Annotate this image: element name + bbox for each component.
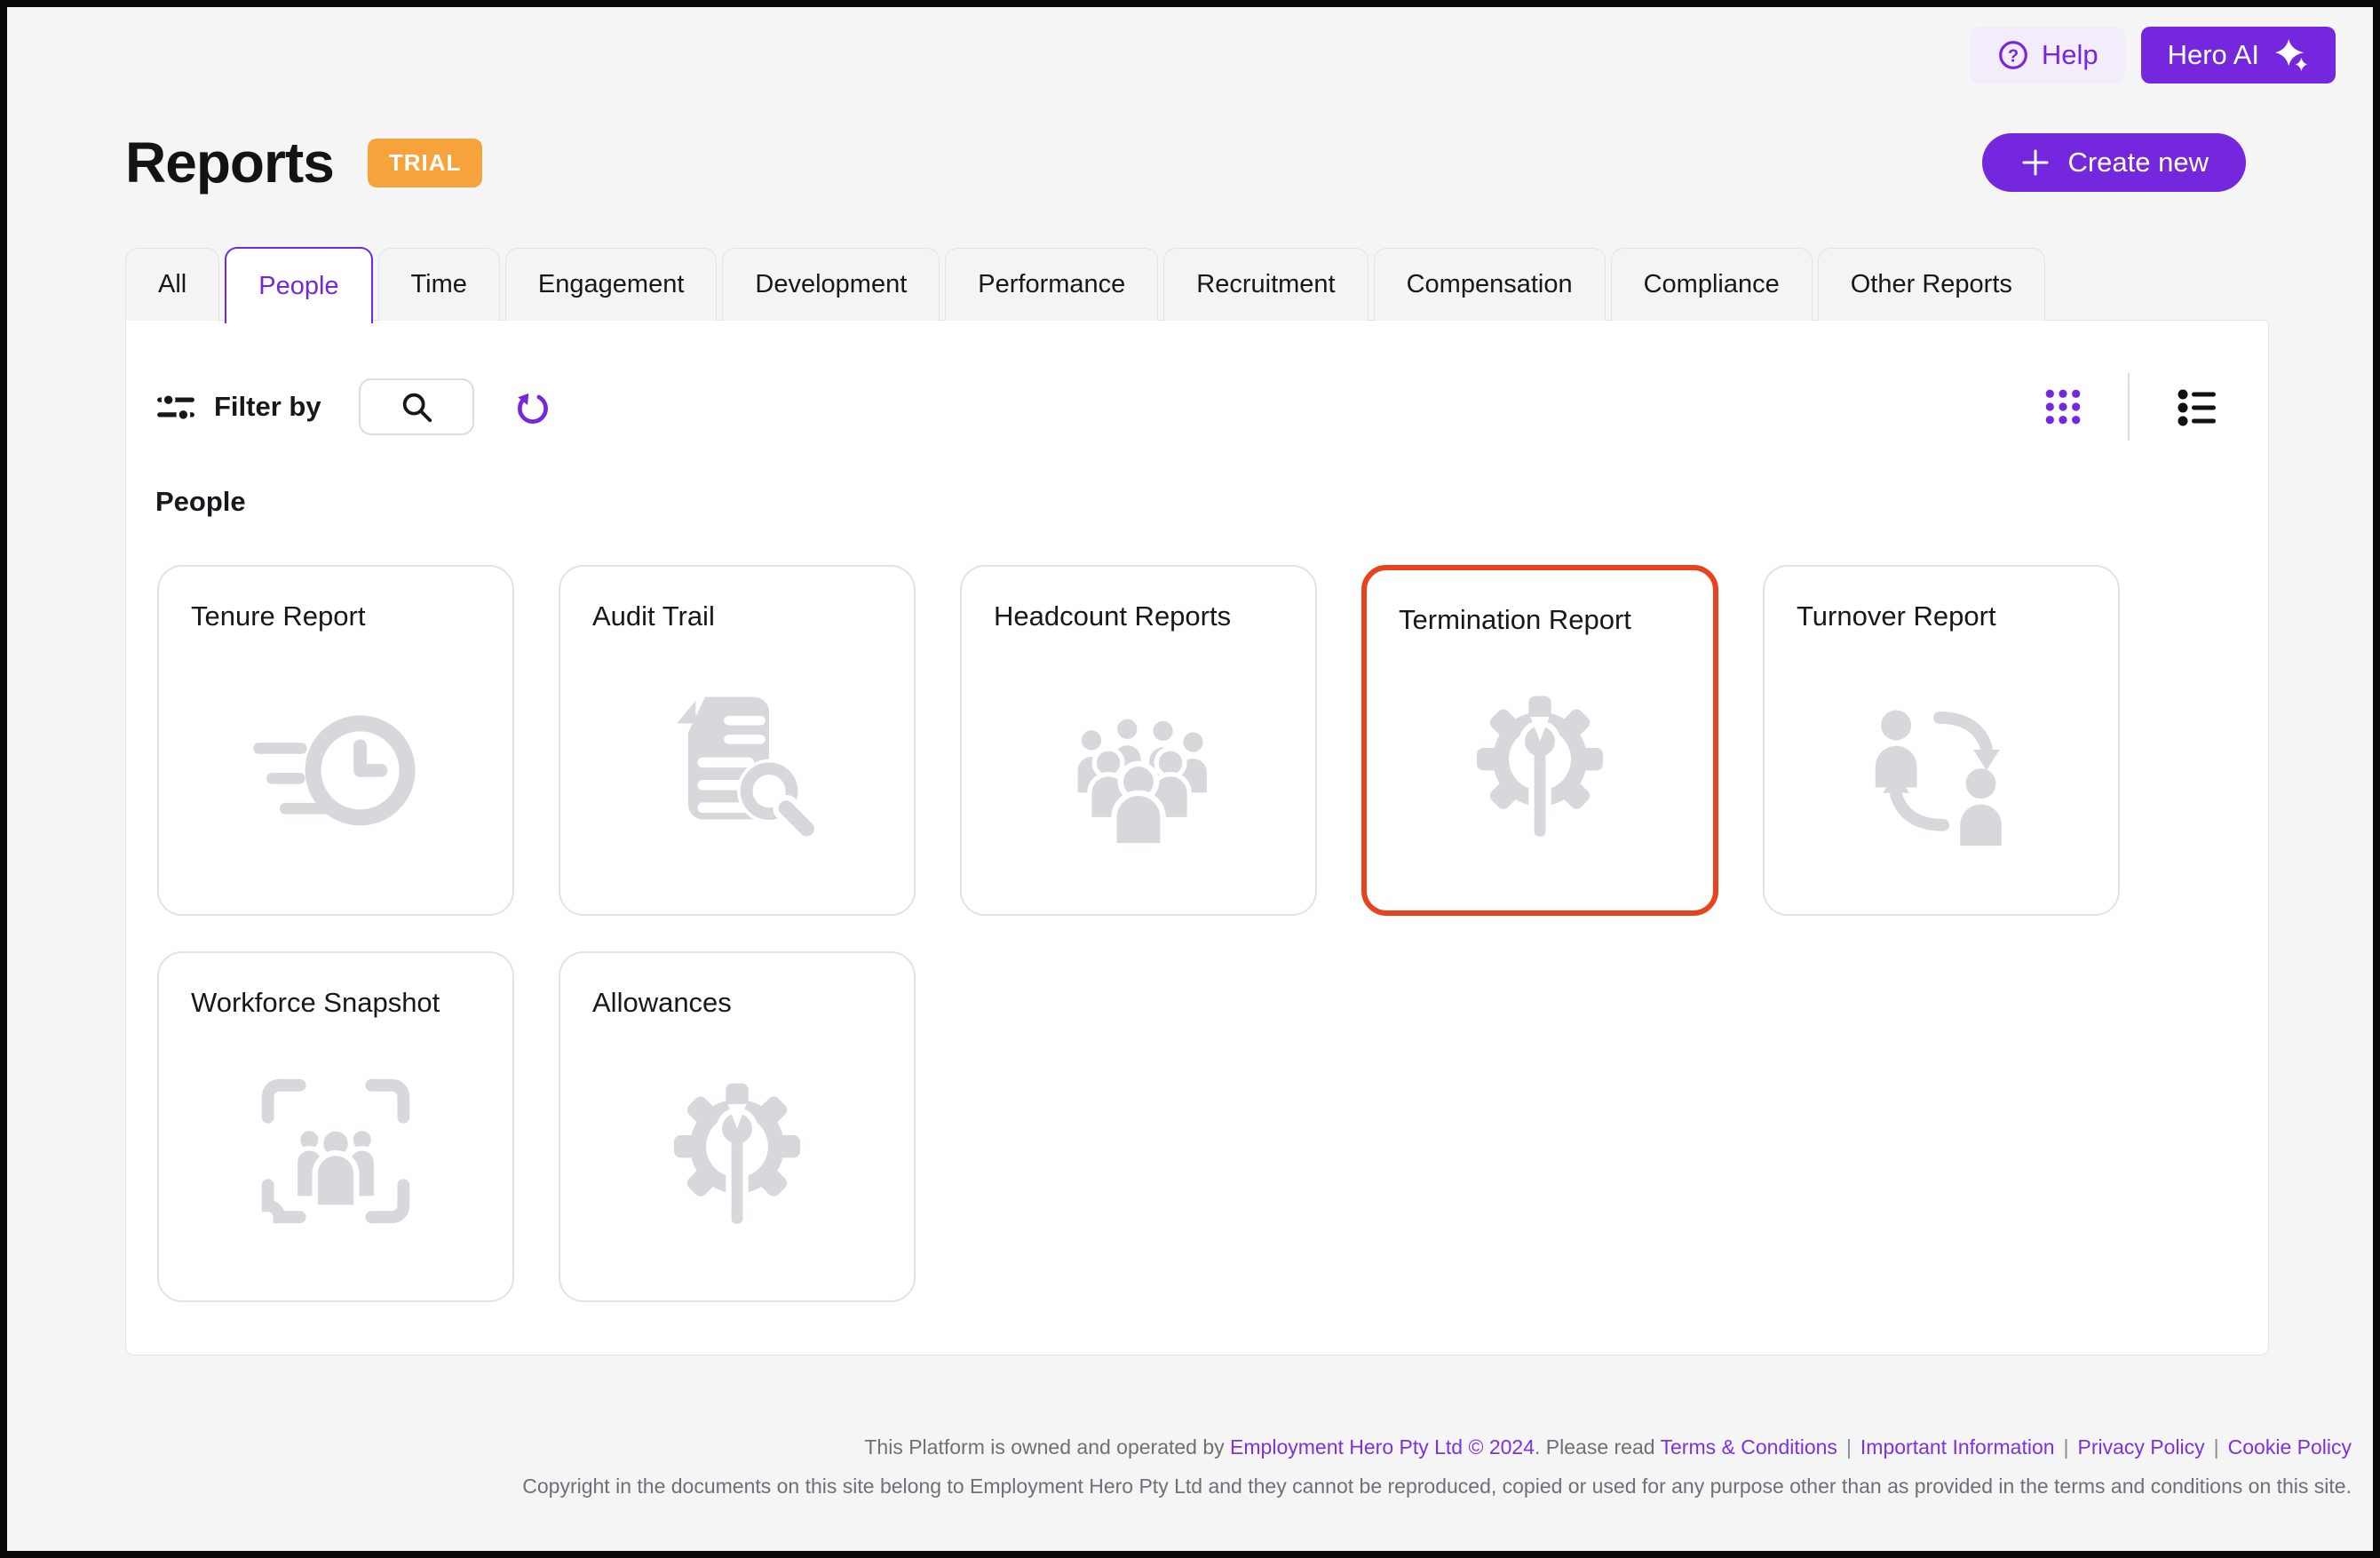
trial-badge: TRIAL — [367, 138, 483, 187]
help-button-label: Help — [2041, 39, 2098, 70]
card-title: Workforce Snapshot — [191, 987, 440, 1018]
gear-wrench-icon — [643, 1057, 831, 1245]
footer-cookie-link[interactable]: Cookie Policy — [2228, 1435, 2352, 1459]
refresh-icon — [512, 386, 552, 427]
footer-line2: Copyright in the documents on this site … — [522, 1475, 2352, 1498]
tab-engagement[interactable]: Engagement — [504, 248, 718, 321]
footer: This Platform is owned and operated by E… — [522, 1435, 2352, 1498]
clock-fast-icon — [242, 671, 430, 859]
tab-all[interactable]: All — [125, 248, 220, 321]
plus-icon — [2019, 147, 2051, 179]
hero-ai-button-label: Hero AI — [2167, 39, 2259, 70]
help-button[interactable]: ? Help — [1970, 27, 2125, 83]
people-cycle-icon — [1847, 671, 2035, 859]
tab-time[interactable]: Time — [377, 248, 500, 321]
footer-owner-link[interactable]: Employment Hero Pty Ltd © 2024 — [1230, 1435, 1535, 1459]
card-audit-trail[interactable]: Audit Trail — [559, 565, 916, 916]
card-title: Audit Trail — [592, 600, 715, 632]
card-title: Headcount Reports — [994, 600, 1232, 632]
help-icon: ? — [1997, 39, 2029, 71]
document-search-icon — [643, 671, 831, 859]
filter-by-label: Filter by — [214, 391, 321, 422]
footer-separator: | — [2213, 1435, 2219, 1459]
card-title: Termination Report — [1399, 604, 1631, 635]
people-frame-icon — [242, 1057, 430, 1245]
view-toggles — [2044, 373, 2218, 441]
tab-people[interactable]: People — [225, 247, 373, 323]
card-allowances[interactable]: Allowances — [559, 951, 916, 1302]
page-title: Reports — [125, 131, 335, 195]
reports-panel: Filter by People Tenure Report Audit Tra… — [125, 320, 2269, 1355]
tab-recruitment[interactable]: Recruitment — [1163, 248, 1368, 321]
title-row: Reports TRIAL Create new — [125, 130, 2246, 195]
create-new-button[interactable]: Create new — [1982, 133, 2246, 192]
top-actions: ? Help Hero AI — [1970, 27, 2336, 83]
card-workforce-snapshot[interactable]: Workforce Snapshot — [157, 951, 514, 1302]
section-title-people: People — [155, 486, 246, 517]
card-title: Allowances — [592, 987, 732, 1018]
list-view-icon — [2176, 387, 2218, 426]
card-headcount-reports[interactable]: Headcount Reports — [960, 565, 1317, 916]
hero-ai-button[interactable]: Hero AI — [2140, 27, 2336, 83]
tab-performance[interactable]: Performance — [945, 248, 1159, 321]
search-box[interactable] — [358, 378, 474, 435]
footer-separator: | — [1845, 1435, 1852, 1459]
filter-sliders-icon — [155, 386, 196, 427]
card-title: Turnover Report — [1797, 600, 1996, 632]
report-cards-grid: Tenure Report Audit Trail Headcount Repo… — [157, 565, 2120, 1302]
card-tenure-report[interactable]: Tenure Report — [157, 565, 514, 916]
tab-development[interactable]: Development — [722, 248, 940, 321]
people-group-icon — [1044, 671, 1233, 859]
grid-view-button[interactable] — [2044, 388, 2082, 425]
footer-important-info-link[interactable]: Important Information — [1860, 1435, 2055, 1459]
report-category-tabs: All People Time Engagement Development P… — [125, 247, 2045, 323]
view-toggle-divider — [2128, 373, 2130, 441]
card-title: Tenure Report — [191, 600, 366, 632]
list-view-button[interactable] — [2176, 387, 2218, 426]
svg-text:?: ? — [2008, 46, 2019, 66]
filter-toolbar: Filter by — [155, 373, 2218, 441]
footer-read-text: . Please read — [1535, 1435, 1661, 1459]
footer-terms-link[interactable]: Terms & Conditions — [1661, 1435, 1837, 1459]
footer-privacy-link[interactable]: Privacy Policy — [2078, 1435, 2205, 1459]
gear-wrench-icon — [1446, 670, 1634, 858]
tab-compensation[interactable]: Compensation — [1373, 248, 1606, 321]
card-termination-report[interactable]: Termination Report — [1361, 565, 1718, 916]
card-turnover-report[interactable]: Turnover Report — [1763, 565, 2120, 916]
tab-compliance[interactable]: Compliance — [1610, 248, 1813, 321]
footer-line1: This Platform is owned and operated by E… — [522, 1435, 2352, 1459]
tab-other-reports[interactable]: Other Reports — [1817, 248, 2045, 321]
footer-owned-text: This Platform is owned and operated by — [864, 1435, 1231, 1459]
sparkles-icon — [2273, 37, 2309, 73]
footer-separator: | — [2063, 1435, 2069, 1459]
create-new-label: Create new — [2067, 147, 2209, 178]
grid-view-icon — [2044, 388, 2082, 425]
refresh-button[interactable] — [512, 386, 552, 427]
search-icon — [399, 389, 434, 425]
